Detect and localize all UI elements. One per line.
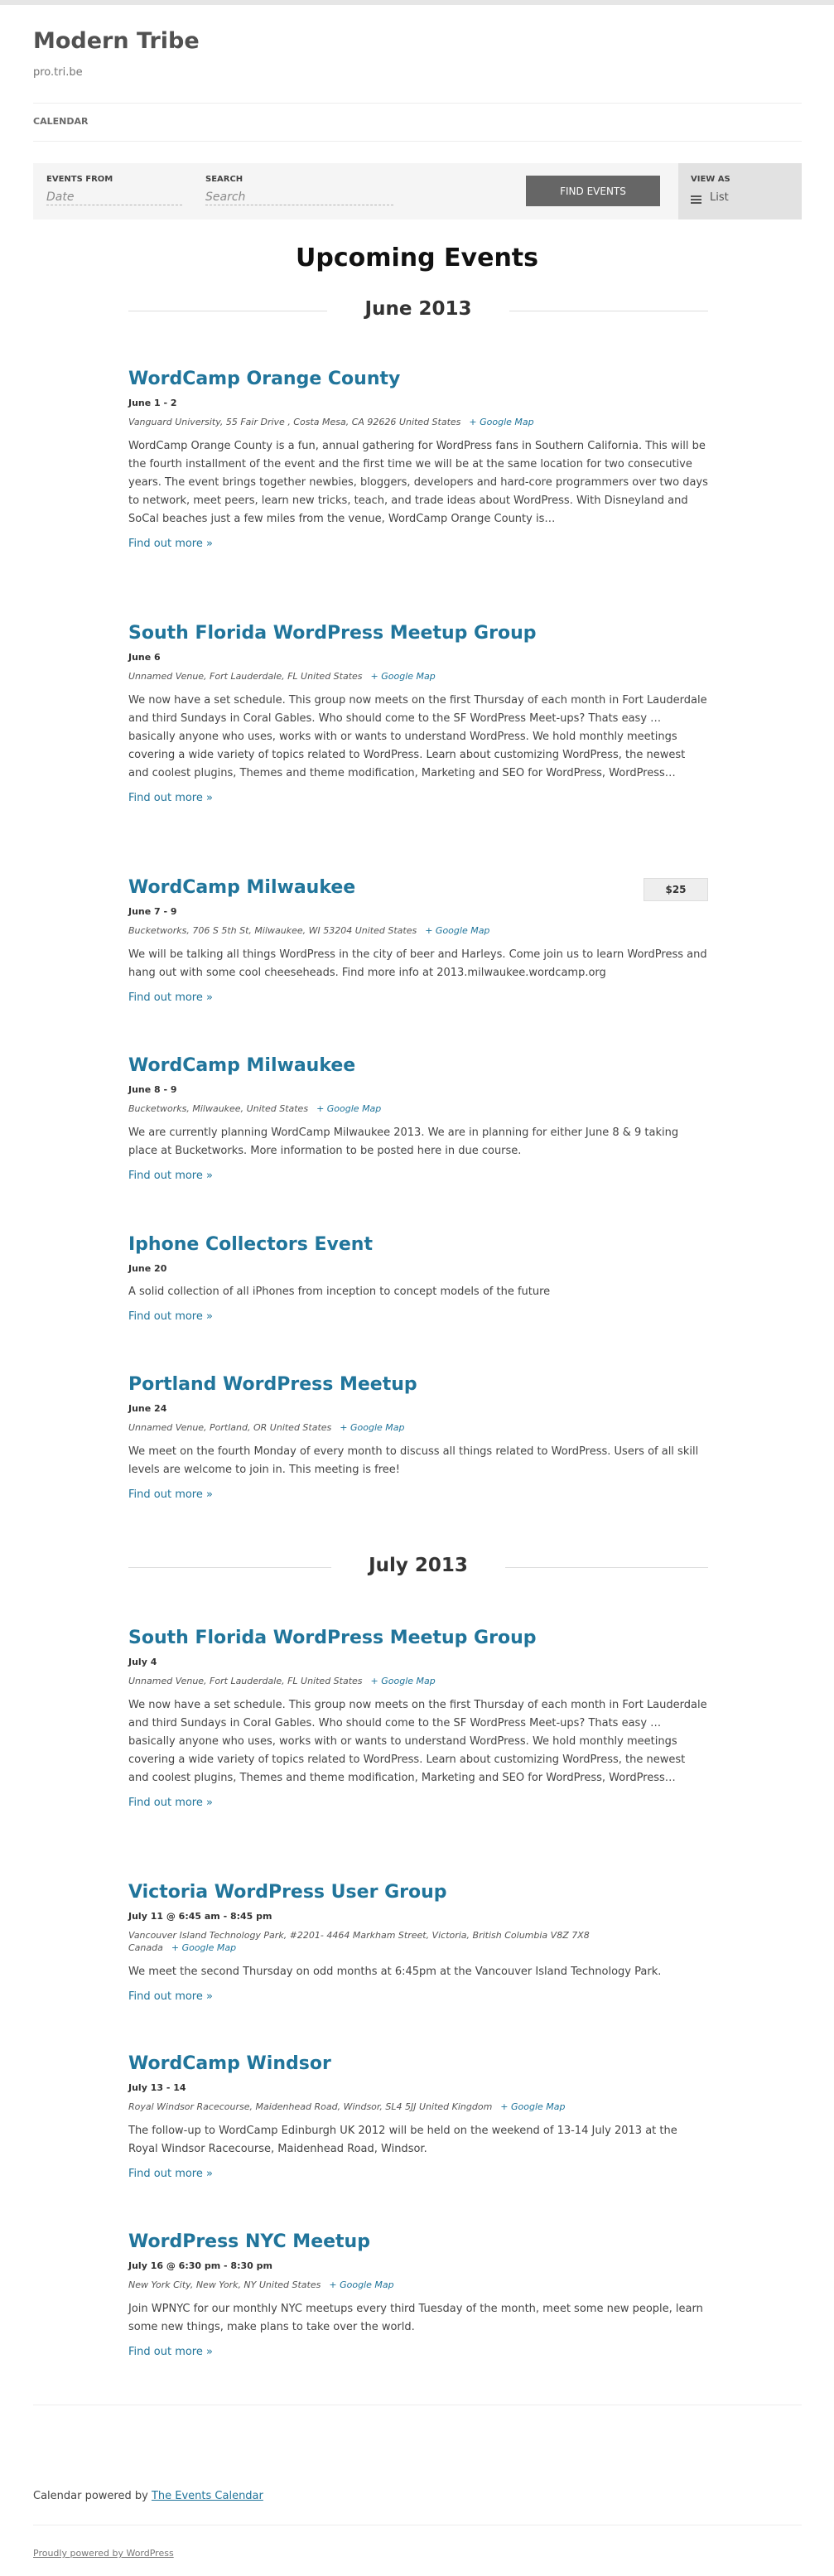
event-date: June 20 xyxy=(128,1263,167,1274)
event-item: WordCamp Milwaukee June 8 - 9 Bucketwork… xyxy=(128,1054,708,1182)
event-title-link[interactable]: WordCamp Milwaukee xyxy=(128,876,708,900)
google-map-link[interactable]: + Google Map xyxy=(469,417,533,427)
event-venue: Unnamed Venue, Fort Lauderdale, FL Unite… xyxy=(128,671,436,682)
google-map-link[interactable]: + Google Map xyxy=(171,1942,236,1953)
event-title-link[interactable]: WordPress NYC Meetup xyxy=(128,2231,708,2254)
event-venue: New York City, New York, NY United State… xyxy=(128,2279,394,2290)
search-input[interactable] xyxy=(205,189,393,205)
event-title-link[interactable]: Portland WordPress Meetup xyxy=(128,1373,708,1397)
event-venue: Royal Windsor Racecourse, Maidenhead Roa… xyxy=(128,2101,566,2112)
event-title-link[interactable]: Iphone Collectors Event xyxy=(128,1233,708,1257)
find-out-more-link[interactable]: Find out more » xyxy=(128,792,708,804)
find-out-more-link[interactable]: Find out more » xyxy=(128,1488,708,1501)
find-out-more-link[interactable]: Find out more » xyxy=(128,1797,708,1809)
event-description: Join WPNYC for our monthly NYC meetups e… xyxy=(128,2303,703,2333)
event-date: June 24 xyxy=(128,1403,167,1414)
divider xyxy=(33,141,802,142)
event-date: June 6 xyxy=(128,652,161,663)
month-label: July 2013 xyxy=(369,1555,468,1576)
event-date: July 13 - 14 xyxy=(128,2082,186,2093)
view-as-label: VIEW AS xyxy=(691,175,730,184)
event-item: South Florida WordPress Meetup Group Jun… xyxy=(128,622,708,804)
event-item: WordCamp Windsor July 13 - 14 Royal Wind… xyxy=(128,2053,708,2180)
event-venue: Vancouver Island Technology Park, #2201-… xyxy=(128,1930,590,1953)
calendar-credit-prefix: Calendar powered by xyxy=(33,2490,148,2502)
event-title-link[interactable]: WordCamp Orange County xyxy=(128,368,708,391)
google-map-link[interactable]: + Google Map xyxy=(371,1676,436,1686)
google-map-link[interactable]: + Google Map xyxy=(340,1422,404,1433)
find-out-more-link[interactable]: Find out more » xyxy=(128,1990,708,2003)
event-description: The follow-up to WordCamp Edinburgh UK 2… xyxy=(128,2125,677,2155)
date-input[interactable] xyxy=(46,189,182,205)
event-venue: Vanguard University, 55 Fair Drive , Cos… xyxy=(128,417,534,427)
events-from-label: EVENTS FROM xyxy=(46,175,113,184)
event-description: We will be talking all things WordPress … xyxy=(128,948,707,979)
event-date: June 1 - 2 xyxy=(128,398,177,408)
view-as-value: List xyxy=(710,191,729,204)
find-out-more-link[interactable]: Find out more » xyxy=(128,991,708,1004)
search-label: SEARCH xyxy=(205,175,243,184)
event-item: Victoria WordPress User Group July 11 @ … xyxy=(128,1881,708,2003)
event-venue: Bucketworks, 706 S 5th St, Milwaukee, WI… xyxy=(128,925,490,936)
find-out-more-link[interactable]: Find out more » xyxy=(128,1310,708,1323)
find-out-more-link[interactable]: Find out more » xyxy=(128,1170,708,1182)
event-title-link[interactable]: WordCamp Windsor xyxy=(128,2053,708,2076)
find-out-more-link[interactable]: Find out more » xyxy=(128,2346,708,2358)
event-title-link[interactable]: WordCamp Milwaukee xyxy=(128,1054,708,1078)
find-out-more-link[interactable]: Find out more » xyxy=(128,2168,708,2180)
event-description: We are currently planning WordCamp Milwa… xyxy=(128,1126,679,1157)
google-map-link[interactable]: + Google Map xyxy=(425,925,489,936)
page-title: Upcoming Events xyxy=(296,244,538,273)
google-map-link[interactable]: + Google Map xyxy=(316,1103,381,1114)
nav-item-calendar[interactable]: CALENDAR xyxy=(33,116,88,127)
calendar-credit: Calendar powered by The Events Calendar xyxy=(33,2490,263,2502)
divider xyxy=(33,103,802,104)
event-title-link[interactable]: Victoria WordPress User Group xyxy=(128,1881,708,1904)
list-icon xyxy=(691,195,701,204)
events-filter-bar: EVENTS FROM SEARCH FIND EVENTS VIEW AS L… xyxy=(33,163,802,219)
event-item: WordCamp Milwaukee $25 June 7 - 9 Bucket… xyxy=(128,876,708,1004)
event-item: Portland WordPress Meetup June 24 Unname… xyxy=(128,1373,708,1501)
site-tagline: pro.tri.be xyxy=(33,66,83,79)
event-title-link[interactable]: South Florida WordPress Meetup Group xyxy=(128,1627,708,1650)
find-events-button[interactable]: FIND EVENTS xyxy=(526,176,660,206)
month-separator: June 2013 xyxy=(128,298,708,323)
google-map-link[interactable]: + Google Map xyxy=(371,671,436,682)
event-description: A solid collection of all iPhones from i… xyxy=(128,1286,551,1298)
event-item: WordCamp Orange County June 1 - 2 Vangua… xyxy=(128,368,708,550)
wordpress-credit-link[interactable]: Proudly powered by WordPress xyxy=(33,2548,174,2559)
event-date: July 11 @ 6:45 am - 8:45 pm xyxy=(128,1911,272,1922)
event-cost-badge: $25 xyxy=(644,878,708,901)
event-item: South Florida WordPress Meetup Group Jul… xyxy=(128,1627,708,1809)
event-description: WordCamp Orange County is a fun, annual … xyxy=(128,440,708,525)
event-date: July 4 xyxy=(128,1657,157,1667)
event-venue: Unnamed Venue, Fort Lauderdale, FL Unite… xyxy=(128,1676,436,1686)
view-as-selector[interactable]: VIEW AS List xyxy=(678,163,802,219)
month-label: June 2013 xyxy=(364,298,472,320)
events-calendar-link[interactable]: The Events Calendar xyxy=(152,2490,263,2502)
google-map-link[interactable]: + Google Map xyxy=(329,2279,393,2290)
event-item: WordPress NYC Meetup July 16 @ 6:30 pm -… xyxy=(128,2231,708,2358)
event-date: June 8 - 9 xyxy=(128,1084,177,1095)
event-date: July 16 @ 6:30 pm - 8:30 pm xyxy=(128,2260,272,2271)
event-description: We meet the second Thursday on odd month… xyxy=(128,1966,662,1978)
event-description: We meet on the fourth Monday of every mo… xyxy=(128,1445,699,1476)
event-description: We now have a set schedule. This group n… xyxy=(128,1699,707,1784)
event-title-link[interactable]: South Florida WordPress Meetup Group xyxy=(128,622,708,645)
site-title[interactable]: Modern Tribe xyxy=(33,28,200,54)
event-date: June 7 - 9 xyxy=(128,906,177,917)
month-separator: July 2013 xyxy=(128,1555,708,1580)
google-map-link[interactable]: + Google Map xyxy=(500,2101,565,2112)
top-border xyxy=(0,0,834,5)
event-venue: Bucketworks, Milwaukee, United States + G… xyxy=(128,1103,382,1114)
event-venue: Unnamed Venue, Portland, OR United State… xyxy=(128,1422,405,1433)
event-description: We now have a set schedule. This group n… xyxy=(128,694,707,779)
find-out-more-link[interactable]: Find out more » xyxy=(128,538,708,550)
event-item: Iphone Collectors Event June 20 A solid … xyxy=(128,1233,708,1323)
